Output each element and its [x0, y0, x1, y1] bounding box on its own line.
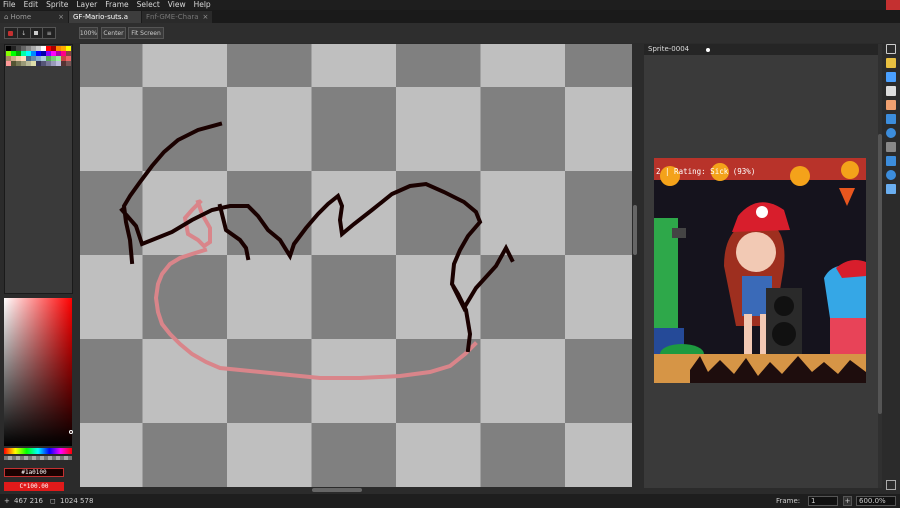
ellipse-tool-icon[interactable] [886, 170, 896, 180]
preview-panel: Sprite-0004 2 | Rating: Sick (93%) [644, 44, 878, 488]
move-tool-icon[interactable] [886, 114, 896, 124]
cursor-icon: + [4, 497, 10, 505]
menu-layer[interactable]: Layer [76, 0, 97, 10]
palette-swatch[interactable] [66, 61, 71, 66]
close-icon[interactable]: × [58, 13, 64, 21]
tools-panel [884, 44, 898, 194]
menu-sprite[interactable]: Sprite [46, 0, 68, 10]
cursor-position: 467 216 [14, 497, 43, 505]
canvas-vertical-scrollbar[interactable] [632, 44, 638, 487]
menu-frame[interactable]: Frame [105, 0, 128, 10]
preview-image: 2 | Rating: Sick (93%) [654, 158, 866, 383]
tab-home[interactable]: ⌂ Home × [0, 11, 68, 23]
zoom-100-button[interactable]: 100% [79, 27, 98, 39]
modified-dot-icon [706, 48, 710, 52]
color-picker-cursor[interactable] [69, 430, 73, 434]
eyedropper-tool-icon[interactable] [886, 86, 896, 96]
canvas-svg[interactable] [80, 44, 632, 487]
eraser-tool-icon[interactable] [886, 72, 896, 82]
preview-scroll-thumb[interactable] [878, 134, 882, 414]
preview-title-bar: Sprite-0004 [644, 44, 878, 55]
preview-title: Sprite-0004 [648, 45, 690, 53]
frame-input[interactable]: 1 [808, 496, 838, 506]
tab-label: Home [10, 13, 32, 21]
menu-bar: File Edit Sprite Layer Frame Select View… [0, 0, 900, 10]
color-picker-field[interactable] [4, 298, 72, 446]
app-logo-icon [886, 0, 900, 10]
fit-screen-button[interactable]: Fit Screen [128, 27, 164, 39]
document-tab-bar: ⌂ Home × GF-Mario-suts.a Fnf-GME-Chara × [0, 10, 900, 23]
transparency-checkerboard [80, 44, 632, 487]
canvas-vertical-scroll-thumb[interactable] [633, 205, 637, 255]
add-frame-button[interactable]: + [843, 496, 852, 506]
size-icon: ◻ [50, 497, 56, 505]
alpha-slider[interactable] [4, 456, 72, 460]
hand-tool-icon[interactable] [886, 100, 896, 110]
background-color-field[interactable]: C*100.00 [4, 482, 64, 491]
toolbar: ↓ ≡ 100% Center Fit Screen [0, 23, 900, 43]
animation-controls: ↓ ≡ [4, 27, 56, 39]
palette-swatches[interactable] [6, 46, 71, 66]
color-palette [4, 44, 73, 294]
rating-overlay-text: 2 | Rating: Sick (93%) [656, 167, 755, 176]
sprite-canvas[interactable] [80, 44, 632, 487]
sprite-size: 1024 578 [60, 497, 94, 505]
onion-skin-icon[interactable]: ↓ [18, 28, 31, 38]
marquee-tool-icon[interactable] [886, 44, 896, 54]
hue-slider[interactable] [4, 448, 72, 454]
home-icon: ⌂ [4, 13, 9, 21]
tab-label: Fnf-GME-Chara [146, 13, 199, 21]
tab-fnf-gme-chara[interactable]: Fnf-GME-Chara × [142, 11, 212, 23]
blur-tool-icon[interactable] [886, 184, 896, 194]
canvas-horizontal-scroll-thumb[interactable] [312, 488, 362, 492]
menu-file[interactable]: File [3, 0, 16, 10]
foreground-color-field[interactable]: #1a0100 [4, 468, 64, 477]
rectangle-tool-icon[interactable] [886, 156, 896, 166]
close-icon[interactable]: × [203, 13, 209, 21]
line-tool-icon[interactable] [886, 142, 896, 152]
preview-artwork: 2 | Rating: Sick (93%) [654, 158, 866, 383]
pencil-tool-icon[interactable] [886, 58, 896, 68]
frame-label: Frame: [776, 497, 801, 505]
layers-icon[interactable]: ≡ [43, 28, 55, 38]
zoom-field[interactable]: 600.0% [856, 496, 896, 506]
fill-tool-icon[interactable] [886, 128, 896, 138]
center-button[interactable]: Center [101, 27, 126, 39]
record-icon[interactable] [5, 28, 18, 38]
tab-label: GF-Mario-suts.a [73, 13, 129, 21]
grid-toggle-icon[interactable] [886, 480, 896, 490]
loop-icon[interactable] [31, 28, 44, 38]
status-bar: + 467 216 ◻ 1024 578 Frame: 1 + 600.0% [0, 494, 900, 508]
menu-view[interactable]: View [168, 0, 186, 10]
tab-active-sprite[interactable]: GF-Mario-suts.a [69, 11, 141, 23]
menu-select[interactable]: Select [137, 0, 160, 10]
preview-vertical-scrollbar[interactable] [878, 44, 882, 488]
menu-edit[interactable]: Edit [24, 0, 39, 10]
menu-help[interactable]: Help [194, 0, 211, 10]
